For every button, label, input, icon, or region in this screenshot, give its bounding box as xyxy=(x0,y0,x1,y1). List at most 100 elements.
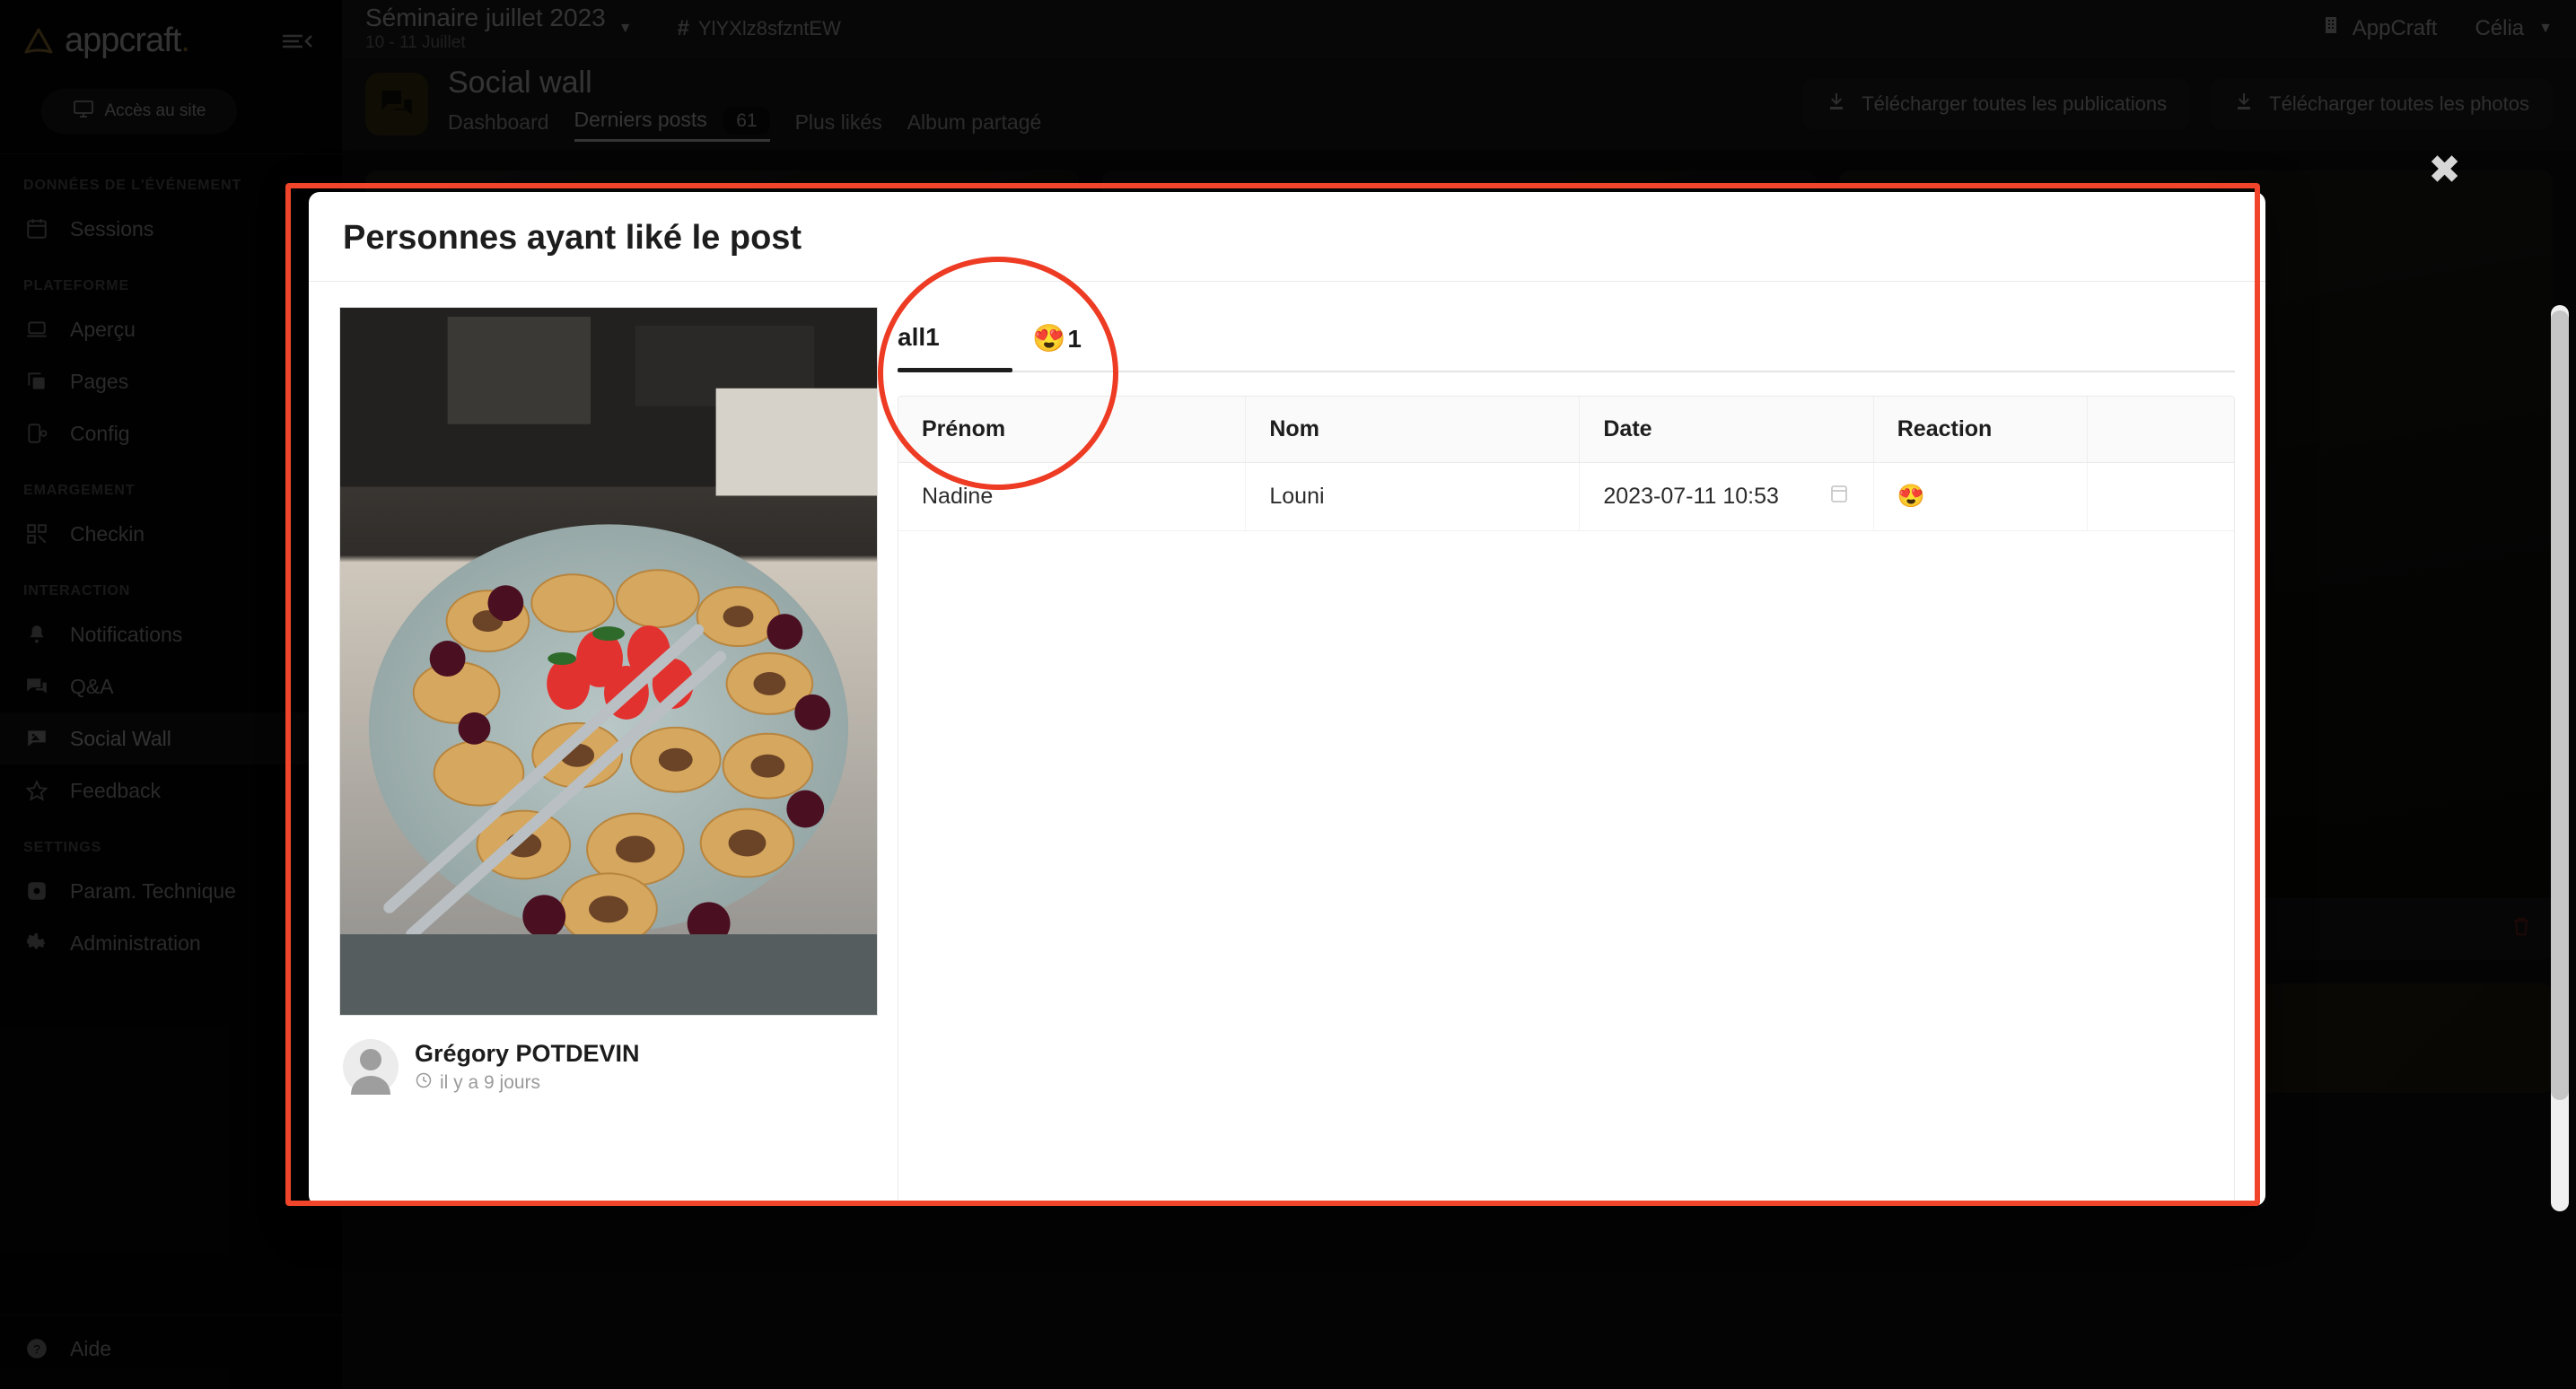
tab-plus-likes[interactable]: Plus likés xyxy=(795,110,882,142)
building-icon xyxy=(2320,14,2342,42)
reaction-tab-label: all xyxy=(898,323,925,351)
user-menu[interactable]: Célia ▼ xyxy=(2475,16,2553,41)
app-root: appcraft. xyxy=(0,0,2576,1389)
cell-nom: Louni xyxy=(1246,463,1580,531)
chevron-down-icon[interactable]: ▼ xyxy=(618,21,633,37)
download-all-photos-button[interactable]: Télécharger toutes les photos xyxy=(2210,79,2553,129)
sidebar-item-label: Social Wall xyxy=(70,727,171,751)
sidebar-item-label: Param. Technique xyxy=(70,879,236,904)
sidebar-item-qa[interactable]: Q&A xyxy=(0,660,342,712)
post-author: Grégory POTDEVIN il y a 9 jours xyxy=(339,1016,878,1095)
org-name: AppCraft xyxy=(2353,16,2438,41)
download-icon xyxy=(1826,91,1847,118)
table-row[interactable]: Nadine Louni 2023-07-11 10:53 xyxy=(898,463,2234,531)
chat-bubbles-icon xyxy=(23,673,50,700)
tab-dashboard[interactable]: Dashboard xyxy=(448,110,549,142)
tab-album-partage[interactable]: Album partagé xyxy=(907,110,1042,142)
download-icon xyxy=(2233,91,2255,118)
question-circle-icon: ? xyxy=(23,1335,50,1362)
likes-modal: Personnes ayant liké le post xyxy=(309,192,2265,1206)
reaction-tab-count: 1 xyxy=(925,323,940,351)
sidebar-item-social-wall[interactable]: Social Wall xyxy=(0,712,342,764)
modal-title: Personnes ayant liké le post xyxy=(343,219,2231,258)
sidebar-item-label: Pages xyxy=(70,370,128,394)
sidebar-item-checkin[interactable]: Checkin xyxy=(0,508,342,560)
sidebar-item-label: Checkin xyxy=(70,522,145,546)
reaction-tab-all[interactable]: all1 xyxy=(898,307,1032,371)
sidebar-item-feedback[interactable]: Feedback xyxy=(0,764,342,817)
brand-name: appcraft. xyxy=(65,22,189,60)
hashtag-code: YlYXlz8sfzntEW xyxy=(698,17,841,40)
reaction-tab-heart-eyes[interactable]: 😍1 xyxy=(1032,307,1167,371)
event-selector[interactable]: Séminaire juillet 2023 10 - 11 Juillet xyxy=(365,4,606,51)
download-all-publications-button[interactable]: Télécharger toutes les publications xyxy=(1802,79,2190,129)
sidebar-spacer xyxy=(0,969,342,1307)
reaction-emoji: 😍 xyxy=(1032,324,1065,354)
tab-badge-count: 61 xyxy=(723,107,769,135)
download-all-photos-label: Télécharger toutes les photos xyxy=(2269,92,2529,116)
user-avatar-icon xyxy=(343,1039,399,1095)
likes-table-wrapper: Prénom Nom Date Reaction Nadine Louni xyxy=(898,396,2235,1206)
chevron-down-icon: ▼ xyxy=(2538,21,2553,37)
calendar-icon xyxy=(23,215,50,242)
column-header-prenom[interactable]: Prénom xyxy=(898,397,1246,463)
sidebar-item-label: Notifications xyxy=(70,623,182,647)
sidebar-item-label: Feedback xyxy=(70,779,161,803)
gear-square-icon xyxy=(23,878,50,904)
column-header-nom[interactable]: Nom xyxy=(1246,397,1580,463)
nav-group-title-2: EMARGEMENT xyxy=(0,459,342,508)
sidebar-item-config[interactable]: Config xyxy=(0,407,342,459)
triangle-logo-icon xyxy=(23,26,54,57)
sidebar-item-notifications[interactable]: Notifications xyxy=(0,608,342,660)
nav-group-title-1: PLATEFORME xyxy=(0,255,342,303)
column-header-date[interactable]: Date xyxy=(1580,397,1873,463)
modal-header: Personnes ayant liké le post xyxy=(309,192,2265,282)
trash-icon[interactable] xyxy=(2509,913,2534,945)
image-bubble-icon xyxy=(23,725,50,752)
clock-icon xyxy=(415,1071,433,1095)
brand-row: appcraft. xyxy=(0,0,342,66)
tab-label: Album partagé xyxy=(907,110,1042,134)
download-all-publications-label: Télécharger toutes les publications xyxy=(1862,92,2167,116)
post-preview: Grégory POTDEVIN il y a 9 jours xyxy=(339,307,878,1206)
gear-icon xyxy=(23,930,50,957)
likes-table: Prénom Nom Date Reaction Nadine Louni xyxy=(898,397,2234,531)
sidebar-item-label: Administration xyxy=(70,931,201,956)
reaction-tabs: all1 😍1 xyxy=(898,307,2235,372)
monitor-icon xyxy=(73,98,94,125)
scrollbar-thumb[interactable] xyxy=(2551,310,2569,1100)
collapse-sidebar-icon[interactable] xyxy=(279,26,315,57)
sidebar-item-pages[interactable]: Pages xyxy=(0,355,342,407)
close-icon[interactable]: ✖ xyxy=(2428,151,2461,190)
modal-scrollbar[interactable] xyxy=(2551,305,2569,1211)
sidebar-item-sessions[interactable]: Sessions xyxy=(0,203,342,255)
laptop-icon xyxy=(23,316,50,343)
post-author-info: Grégory POTDEVIN il y a 9 jours xyxy=(415,1040,640,1095)
hash-icon: # xyxy=(678,16,689,41)
tab-derniers-posts[interactable]: Derniers posts 61 xyxy=(574,108,770,142)
cell-prenom: Nadine xyxy=(898,463,1246,531)
event-hashtag: # YlYXlz8sfzntEW xyxy=(678,16,841,41)
event-dates: 10 - 11 Juillet xyxy=(365,34,606,52)
site-access-button[interactable]: Accès au site xyxy=(41,89,237,134)
column-header-actions xyxy=(2087,397,2234,463)
page-tabs: Dashboard Derniers posts 61 Plus likés A… xyxy=(448,108,1041,142)
sidebar-item-administration[interactable]: Administration xyxy=(0,917,342,969)
column-header-reaction[interactable]: Reaction xyxy=(1873,397,2087,463)
org-selector[interactable]: AppCraft xyxy=(2320,14,2438,42)
tab-label: Dashboard xyxy=(448,110,549,134)
qrcode-icon xyxy=(23,520,50,547)
sidebar-item-param-technique[interactable]: Param. Technique xyxy=(0,865,342,917)
page-title: Social wall xyxy=(448,66,1041,100)
topbar-right: AppCraft Célia ▼ xyxy=(2320,14,2553,42)
sidebar-item-label: Config xyxy=(70,422,129,446)
cell-actions xyxy=(2087,463,2234,531)
likes-panel: all1 😍1 Prénom Nom Date Reaction xyxy=(898,307,2235,1206)
cell-reaction: 😍 xyxy=(1873,463,2087,531)
author-time-label: il y a 9 jours xyxy=(440,1072,540,1094)
likes-table-body: Nadine Louni 2023-07-11 10:53 xyxy=(898,463,2234,531)
top-bar: Séminaire juillet 2023 10 - 11 Juillet ▼… xyxy=(342,0,2576,57)
likes-table-head: Prénom Nom Date Reaction xyxy=(898,397,2234,463)
sidebar-item-aide[interactable]: ? Aide xyxy=(0,1323,342,1389)
sidebar-item-apercu[interactable]: Aperçu xyxy=(0,303,342,355)
